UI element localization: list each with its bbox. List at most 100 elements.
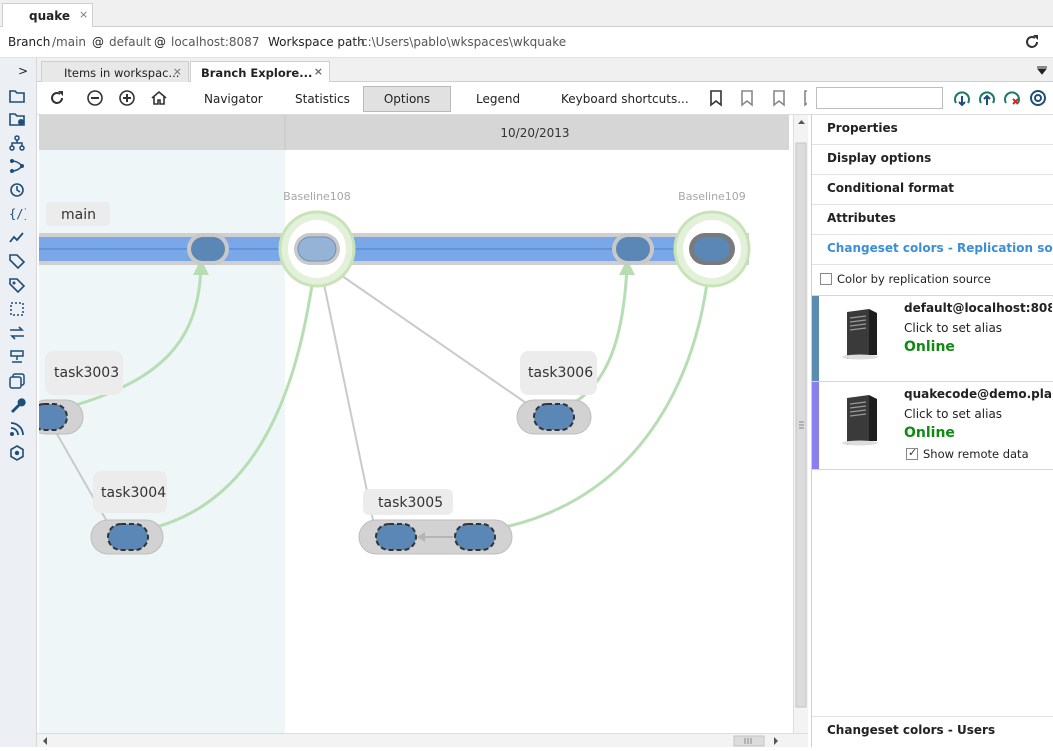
section-attributes[interactable]: Attributes xyxy=(812,205,1053,235)
workspaces-icon[interactable] xyxy=(8,372,26,390)
server-icon xyxy=(837,308,883,363)
changeset-node[interactable] xyxy=(616,237,650,261)
changeset-node[interactable] xyxy=(39,403,68,431)
branch-name-task3004[interactable]: task3004 xyxy=(101,485,166,501)
replication-source-item[interactable]: default@localhost:8087 Click to set alia… xyxy=(812,295,1053,382)
section-properties[interactable]: Properties xyxy=(812,115,1053,145)
at-separator: @ xyxy=(92,35,104,49)
section-display-options[interactable]: Display options xyxy=(812,145,1053,175)
tab-label: Items in workspac... xyxy=(64,66,180,80)
vertical-scrollbar[interactable] xyxy=(793,115,808,745)
color-by-replication-label: Color by replication source xyxy=(837,272,991,286)
date-header-band xyxy=(39,115,789,150)
color-by-replication-checkbox[interactable] xyxy=(820,273,832,285)
branch-label: Branch xyxy=(8,35,51,49)
svg-text:{/}: {/} xyxy=(9,207,26,221)
date-header-label: 10/20/2013 xyxy=(500,126,569,140)
repo-value: default xyxy=(109,35,152,49)
search-input[interactable] xyxy=(816,87,943,109)
bookmark-next-icon[interactable] xyxy=(770,89,788,107)
tab-items-in-workspace[interactable]: Items in workspac... × xyxy=(41,61,189,83)
bookmark-prev-icon[interactable] xyxy=(738,89,756,107)
set-alias-link[interactable]: Click to set alias xyxy=(904,321,1002,335)
section-changeset-colors-users[interactable]: Changeset colors - Users xyxy=(812,716,1053,747)
changeset-node[interactable] xyxy=(533,403,575,431)
left-navigation-bar: > {/} xyxy=(0,58,37,747)
horizontal-scrollbar[interactable] xyxy=(37,733,808,747)
label-baseline109[interactable]: Baseline109 xyxy=(678,190,746,203)
wrench-icon[interactable] xyxy=(8,396,26,414)
attribute-icon[interactable] xyxy=(8,276,26,294)
section-conditional-format[interactable]: Conditional format xyxy=(812,175,1053,205)
plastic-logo-icon[interactable] xyxy=(8,444,26,462)
pending-changes-icon[interactable] xyxy=(8,110,26,128)
close-icon[interactable]: × xyxy=(173,65,182,78)
rss-icon[interactable] xyxy=(8,420,26,438)
sync-icon[interactable] xyxy=(8,324,26,342)
keyboard-shortcuts-button[interactable]: Keyboard shortcuts... xyxy=(550,86,700,112)
server-name: default@localhost:8087 xyxy=(904,301,1052,315)
branches-icon[interactable] xyxy=(8,134,26,152)
source-color-swatch[interactable] xyxy=(812,382,819,469)
workspace-path: c:\Users\pablo\wkspaces\wkquake xyxy=(361,35,567,49)
section-label: Attributes xyxy=(827,211,896,225)
statistics-button[interactable]: Statistics xyxy=(284,86,361,112)
legend-button[interactable]: Legend xyxy=(465,86,531,112)
label-baseline108[interactable]: Baseline108 xyxy=(283,190,351,203)
changeset-node[interactable] xyxy=(375,523,417,551)
branch-name-task3006[interactable]: task3006 xyxy=(528,365,593,381)
show-remote-data-label: Show remote data xyxy=(923,447,1029,461)
changeset-node-head[interactable] xyxy=(694,237,730,261)
home-icon[interactable] xyxy=(150,89,168,107)
pull-replication-icon[interactable] xyxy=(978,89,996,107)
bookmark-clear-icon[interactable] xyxy=(801,89,807,107)
app-tab-quake[interactable]: quake × xyxy=(2,3,93,28)
shelves-icon[interactable] xyxy=(8,300,26,318)
chart-icon[interactable] xyxy=(8,228,26,246)
server-status: Online xyxy=(904,339,955,355)
changeset-node-selected[interactable] xyxy=(297,236,337,262)
folder-icon[interactable] xyxy=(8,87,26,105)
server-icon xyxy=(837,394,883,449)
server-name: quakecode@demo.pla... xyxy=(904,387,1052,401)
replication-source-item[interactable]: quakecode@demo.pla... Click to set alias… xyxy=(812,382,1053,470)
tab-list-dropdown-icon[interactable] xyxy=(1036,64,1048,78)
label-icon[interactable] xyxy=(8,252,26,270)
server-status: Online xyxy=(904,425,955,441)
section-label: Display options xyxy=(827,151,932,165)
tab-label: Branch Explore... xyxy=(201,66,313,80)
refresh-icon[interactable] xyxy=(48,89,66,107)
changeset-node[interactable] xyxy=(107,523,149,551)
set-alias-link[interactable]: Click to set alias xyxy=(904,407,1002,421)
zoom-out-icon[interactable] xyxy=(86,89,104,107)
section-label: Changeset colors - Users xyxy=(827,723,996,737)
section-label: Conditional format xyxy=(827,181,955,195)
expand-icon[interactable]: > xyxy=(18,64,28,78)
close-icon[interactable]: × xyxy=(79,8,88,21)
bookmark-icon[interactable] xyxy=(707,89,725,107)
refresh-icon[interactable] xyxy=(1023,33,1041,54)
app-tab-strip: quake × xyxy=(0,0,1053,28)
branch-explorer-icon[interactable] xyxy=(8,157,26,175)
branch-name-task3005[interactable]: task3005 xyxy=(378,495,443,511)
delete-replication-icon[interactable] xyxy=(1003,89,1021,107)
navigator-button[interactable]: Navigator xyxy=(193,86,274,112)
show-remote-data-checkbox[interactable] xyxy=(906,446,918,460)
repositories-icon[interactable] xyxy=(8,348,26,366)
history-icon[interactable] xyxy=(8,181,26,199)
tab-branch-explorer[interactable]: Branch Explore... × xyxy=(190,61,330,83)
changeset-node[interactable] xyxy=(191,237,225,261)
branch-name-main[interactable]: main xyxy=(61,207,96,223)
workspace-label: Workspace path xyxy=(268,35,365,49)
zoom-in-icon[interactable] xyxy=(118,89,136,107)
close-icon[interactable]: × xyxy=(314,65,323,78)
branch-name-task3003[interactable]: task3003 xyxy=(54,365,119,381)
options-button[interactable]: Options xyxy=(363,86,451,112)
branch-explorer-canvas[interactable]: 10/20/2013 Baseline108 Baseline109 main … xyxy=(39,115,789,733)
push-replication-icon[interactable] xyxy=(953,89,971,107)
code-icon[interactable]: {/} xyxy=(8,204,31,222)
source-color-swatch[interactable] xyxy=(812,296,819,381)
help-lifebuoy-icon[interactable] xyxy=(1029,89,1047,107)
section-changeset-colors-replication[interactable]: Changeset colors - Replication sou... xyxy=(812,235,1053,265)
changeset-node[interactable] xyxy=(454,523,496,551)
